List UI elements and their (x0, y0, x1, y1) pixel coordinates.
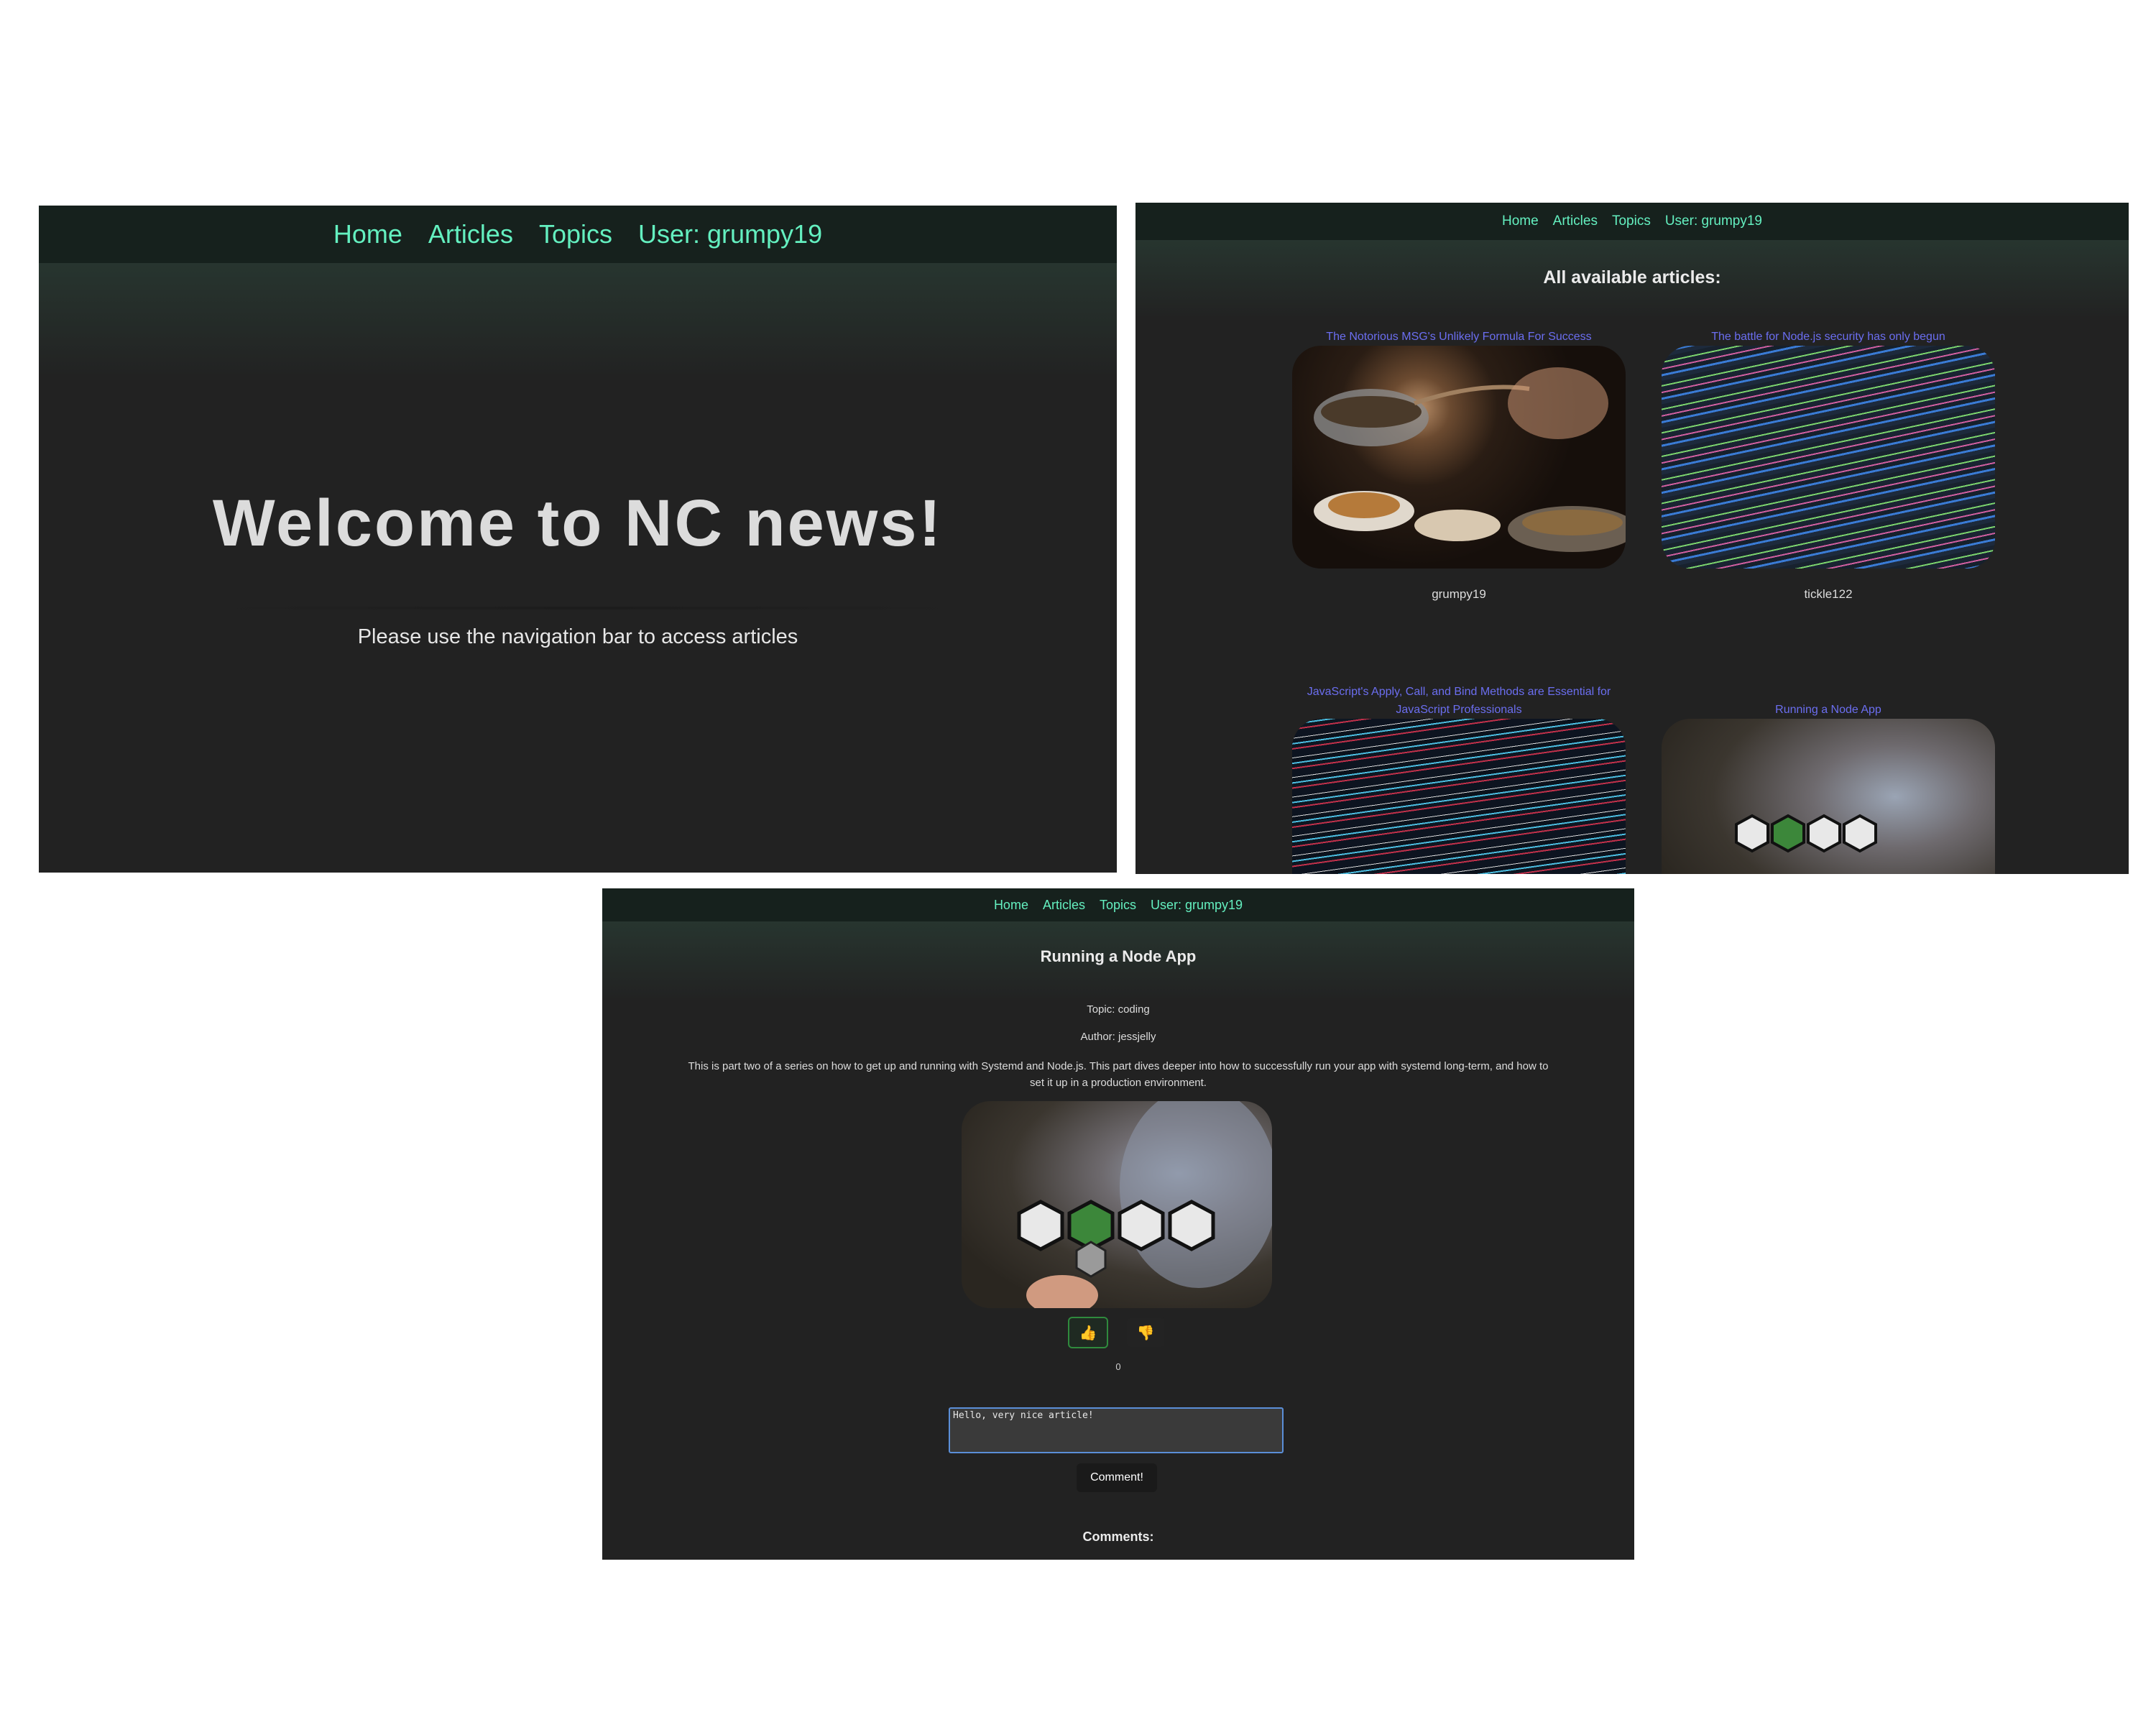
article-author: grumpy19 (1432, 587, 1486, 601)
nav-topics-link[interactable]: Topics (539, 219, 612, 249)
nav-home-link[interactable]: Home (333, 219, 402, 249)
nodejs-logo-icon (1731, 805, 1881, 870)
article-image[interactable] (1662, 346, 1995, 569)
comment-input[interactable]: Hello, very nice article! (949, 1407, 1284, 1453)
article-title-link[interactable]: The battle for Node.js security has only… (1662, 328, 1995, 346)
nav-user-link[interactable]: User: grumpy19 (1665, 213, 1762, 229)
nav-bar: Home Articles Topics User: grumpy19 (602, 888, 1634, 921)
welcome-subtext: Please use the navigation bar to access … (357, 625, 798, 648)
articles-heading: All available articles: (1543, 267, 1721, 288)
comments-heading: Comments: (1082, 1530, 1154, 1544)
nav-bar: Home Articles Topics User: grumpy19 (39, 206, 1117, 263)
article-card[interactable]: Running a Node App (1662, 701, 1995, 874)
nodejs-sticker-image (1017, 1101, 1272, 1308)
nav-home-link[interactable]: Home (1502, 213, 1539, 229)
upvote-button[interactable]: 👍 (1068, 1317, 1108, 1348)
home-screen: Home Articles Topics User: grumpy19 Welc… (39, 206, 1117, 873)
nav-topics-link[interactable]: Topics (1612, 213, 1651, 229)
nav-bar: Home Articles Topics User: grumpy19 (1135, 203, 2129, 240)
article-title-link[interactable]: Running a Node App (1662, 701, 1995, 719)
nav-articles-link[interactable]: Articles (1043, 898, 1085, 913)
vote-count: 0 (1115, 1361, 1121, 1372)
welcome-heading: Welcome to NC news! (212, 487, 944, 560)
article-image[interactable] (1292, 346, 1626, 569)
article-image[interactable] (1662, 719, 1995, 874)
nav-user-link[interactable]: User: grumpy19 (1151, 898, 1243, 913)
articles-screen: Home Articles Topics User: grumpy19 All … (1135, 203, 2129, 874)
article-card[interactable]: The Notorious MSG's Unlikely Formula For… (1292, 328, 1626, 602)
article-author: Author: jessjelly (1080, 1031, 1156, 1043)
article-title-link[interactable]: The Notorious MSG's Unlikely Formula For… (1292, 328, 1626, 346)
downvote-button[interactable]: 👎 (1125, 1317, 1166, 1348)
article-author: tickle122 (1804, 587, 1853, 601)
nav-user-link[interactable]: User: grumpy19 (638, 219, 822, 249)
article-image[interactable] (1292, 719, 1626, 874)
article-screen: Home Articles Topics User: grumpy19 Runn… (602, 888, 1634, 1560)
nav-topics-link[interactable]: Topics (1100, 898, 1136, 913)
comment-button[interactable]: Comment! (1077, 1463, 1157, 1492)
nav-articles-link[interactable]: Articles (428, 219, 513, 249)
article-title-link[interactable]: JavaScript's Apply, Call, and Bind Metho… (1292, 683, 1626, 719)
nav-home-link[interactable]: Home (994, 898, 1028, 913)
thumbs-up-icon: 👍 (1079, 1325, 1097, 1341)
thumbs-down-icon: 👎 (1136, 1325, 1155, 1341)
divider (204, 607, 973, 610)
nav-articles-link[interactable]: Articles (1553, 213, 1598, 229)
article-body: This is part two of a series on how to g… (688, 1060, 1549, 1089)
article-card[interactable]: The battle for Node.js security has only… (1662, 328, 1995, 602)
cooking-image (1314, 367, 1626, 552)
header-gradient (39, 263, 1117, 378)
article-topic: Topic: coding (1087, 1003, 1150, 1016)
article-image (962, 1101, 1272, 1308)
article-card[interactable]: JavaScript's Apply, Call, and Bind Metho… (1292, 683, 1626, 874)
article-title: Running a Node App (1040, 947, 1197, 965)
